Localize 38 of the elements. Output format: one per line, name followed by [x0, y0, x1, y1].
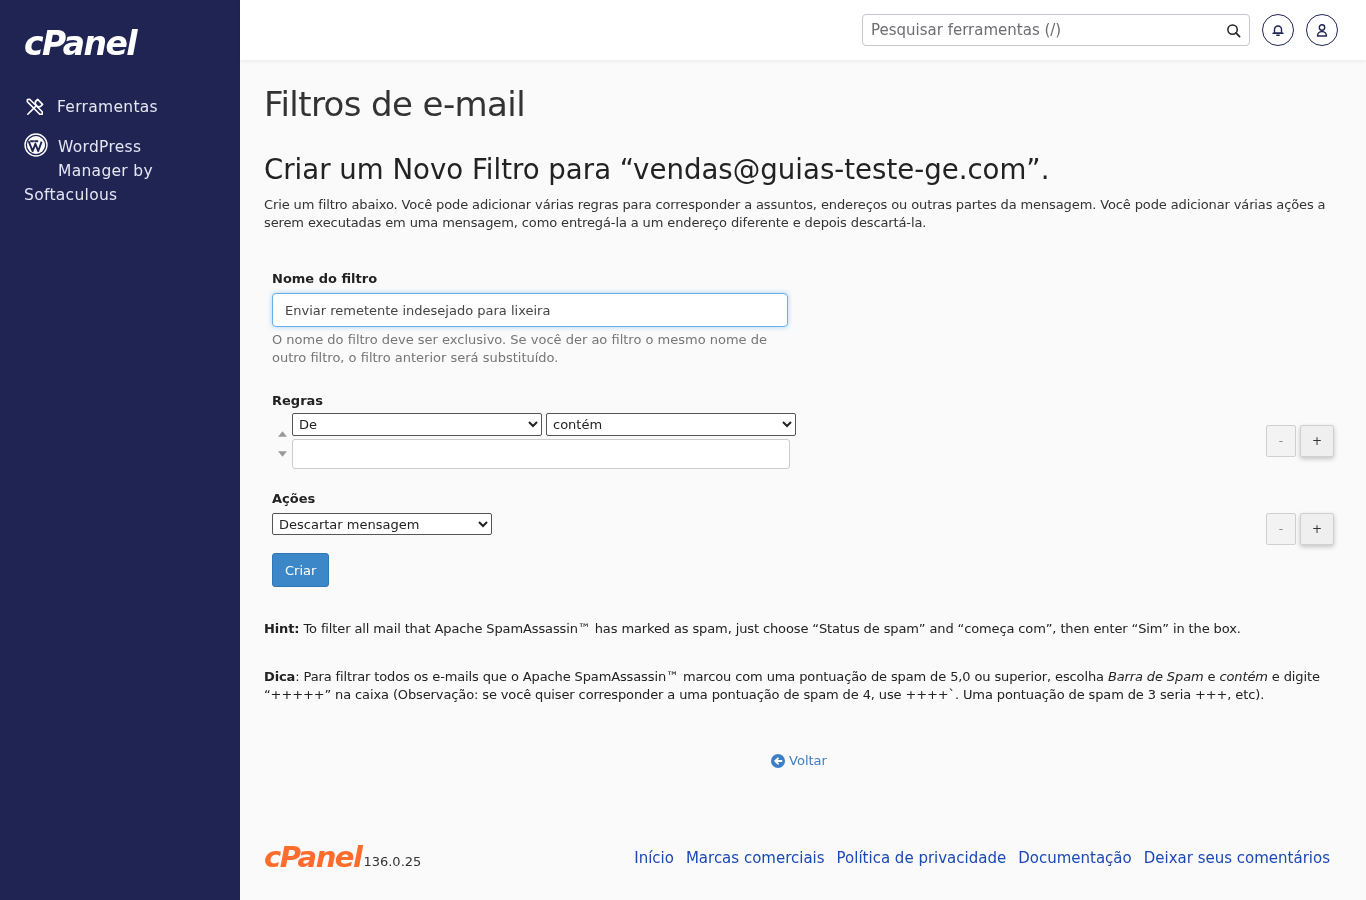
triangle-up-icon[interactable]: [277, 431, 287, 437]
footer-link[interactable]: Política de privacidade: [836, 848, 1007, 868]
nav-link[interactable]: WordPress Manager by Softaculous: [24, 135, 216, 207]
field-label: Ações: [272, 490, 316, 508]
user-button[interactable]: [1306, 14, 1338, 46]
footer-link[interactable]: Documentação: [1018, 848, 1132, 868]
field-label: Regras: [272, 392, 324, 410]
wordpress-icon: [24, 133, 48, 157]
search-field[interactable]: Pesquisar ferramentas (/): [862, 14, 1250, 46]
logo[interactable]: cPanel: [24, 27, 137, 61]
hint-text: Hint: To filter all mail that Apache SpamAssassin™ has marked as spam, just choose “Status de spam” and “começa com”, then enter “Sim” in the box.: [264, 620, 1242, 638]
action-dropdown[interactable]: Descartar mensagem: [272, 513, 492, 535]
footer-link[interactable]: Deixar seus comentários: [1143, 848, 1330, 868]
arrow-left-circle-icon: [771, 754, 786, 768]
create-button[interactable]: Criar: [272, 553, 330, 587]
hint-text: Dica: Para filtrar todos os e-mails que o Apache SpamAssassin™ marcou com uma pontuação de spam de 5,0 ou superior, escolha Barra de Spam e contém e digite “+++++” na caixa (Observação: se você quiser corresponder a uma pontuação de spam de 4, use ++++`. Uma pontuação de spam de 3 seria +++, etc).: [264, 668, 1321, 704]
field-label: Nome do filtro: [272, 270, 378, 288]
footer-link[interactable]: Marcas comerciais: [685, 848, 825, 868]
intro-text: Crie um filtro abaixo. Você pode adicionar várias regras para corresponder a assuntos, endereços ou outras partes da mensagem. Você pode adicionar várias ações a serem executadas em uma mensagem, como entregá-la a um endereço diferente e depois descartá-la.: [264, 196, 1327, 232]
bell-icon: [1271, 23, 1285, 37]
value-input[interactable]: [292, 439, 790, 469]
section-heading: Criar um Novo Filtro para “vendas@guias-teste-ge.com”.: [264, 152, 1050, 188]
field-dropdown[interactable]: De: [292, 413, 542, 436]
help-text: O nome do filtro deve ser exclusivo. Se você der ao filtro o mesmo nome de outro filtro, o filtro anterior será substituído.: [272, 331, 768, 367]
back-link[interactable]: Voltar: [771, 752, 827, 770]
nav-link[interactable]: Ferramentas: [24, 95, 216, 119]
user-icon: [1315, 23, 1329, 37]
tools-icon: [25, 97, 45, 117]
add-button[interactable]: +: [1300, 425, 1334, 457]
footer-link[interactable]: Início: [634, 848, 674, 868]
notifications-button[interactable]: [1262, 14, 1294, 46]
filter-name-input[interactable]: Enviar remetente indesejado para lixeira: [272, 293, 788, 327]
version-text: 136.0.25: [363, 853, 422, 871]
search-icon: [1226, 23, 1241, 38]
operator-dropdown[interactable]: contém: [546, 413, 796, 436]
triangle-down-icon[interactable]: [277, 451, 287, 457]
page-title: Filtros de e-mail: [264, 83, 525, 126]
add-button[interactable]: +: [1300, 513, 1334, 545]
